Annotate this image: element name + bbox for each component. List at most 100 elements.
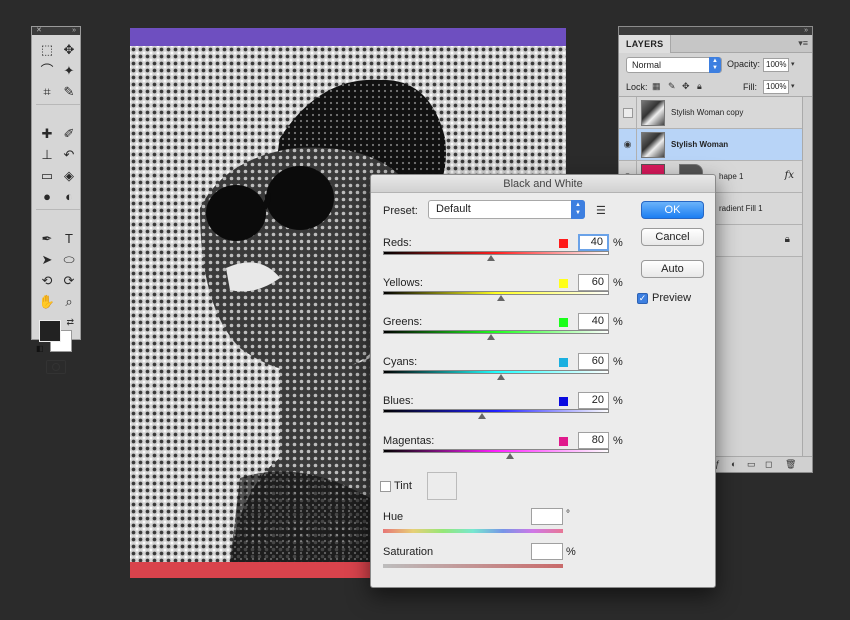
reds-slider-track[interactable] — [383, 251, 609, 255]
hue-label: Hue — [383, 511, 404, 523]
opacity-field[interactable]: 100% — [763, 58, 789, 72]
percent-label: % — [613, 395, 623, 407]
marquee-icon[interactable]: ⬚ — [36, 39, 58, 60]
default-colors-icon[interactable]: ◧ — [36, 344, 44, 353]
slider-row-yellows: Yellows: 60% — [383, 273, 627, 317]
collapse-icon[interactable]: » — [804, 27, 808, 35]
dialog-title[interactable]: Black and White — [371, 175, 715, 193]
blues-slider-track[interactable] — [383, 409, 609, 413]
lasso-icon[interactable]: ⌒ — [36, 60, 58, 81]
magentas-slider-thumb[interactable] — [505, 452, 514, 459]
dodge-icon[interactable]: ◐ — [58, 186, 80, 207]
preview-label: Preview — [652, 292, 692, 304]
reds-color-swatch — [559, 239, 568, 248]
greens-slider-thumb[interactable] — [487, 334, 496, 340]
tint-checkbox[interactable] — [380, 481, 391, 492]
swap-colors-icon[interactable]: ⇄ — [66, 317, 74, 328]
color-swatches: ⇄ ◧ — [32, 316, 80, 356]
hue-input[interactable] — [531, 508, 563, 525]
cyans-value-input[interactable]: 60 — [578, 352, 609, 370]
layers-scrollbar[interactable] — [802, 97, 812, 457]
slider-row-greens: Greens: 40% — [383, 313, 627, 356]
move-icon[interactable]: ✥ — [58, 39, 80, 60]
history-brush-icon[interactable]: ↶ — [58, 144, 80, 165]
layer-name: Stylish Woman — [671, 140, 729, 149]
blues-label: Blues: — [383, 395, 414, 407]
saturation-slider-track[interactable] — [383, 564, 563, 568]
lock-pixels-icon[interactable]: ✎ — [668, 81, 676, 92]
new-layer-icon[interactable]: ◻ — [765, 459, 772, 470]
layer-lock-icon: 🔒︎ — [784, 234, 790, 245]
yellows-value-input[interactable]: 60 — [578, 273, 609, 291]
ellipse-shape-icon[interactable]: ⬭ — [58, 249, 80, 270]
new-group-icon[interactable]: ▭ — [747, 459, 756, 470]
collapse-icon[interactable]: » — [72, 27, 76, 35]
blues-value-input[interactable]: 20 — [578, 392, 609, 409]
healing-brush-icon[interactable]: ✚ — [36, 123, 58, 144]
fill-dropdown-icon[interactable]: ▾ — [791, 80, 799, 94]
blend-mode-select[interactable]: Normal ▲ ▼ — [626, 57, 722, 73]
reds-value-input[interactable]: 40 — [578, 234, 609, 251]
quick-mask-button[interactable] — [46, 360, 66, 374]
yellows-slider-thumb[interactable] — [496, 294, 505, 301]
panel-menu-icon[interactable]: ▾≡ — [798, 38, 808, 49]
layer-row-stylish-woman[interactable]: ◉ Stylish Woman — [619, 129, 812, 161]
magentas-color-swatch — [559, 436, 568, 446]
preview-checkbox[interactable]: ✓ — [637, 293, 648, 304]
eraser-icon[interactable]: ▭ — [36, 165, 58, 186]
crop-icon[interactable]: ⌗ — [36, 81, 58, 102]
path-selection-icon[interactable]: ➤ — [36, 249, 58, 270]
opacity-dropdown-icon[interactable]: ▾ — [791, 58, 799, 72]
brush-icon[interactable]: ✐ — [58, 123, 80, 144]
eyedropper-icon[interactable]: ✎ — [58, 81, 80, 102]
magentas-slider-track[interactable] — [383, 448, 609, 453]
hue-slider-track[interactable] — [383, 529, 563, 533]
select-arrows-icon: ▲ ▼ — [709, 57, 721, 73]
cyans-slider-thumb[interactable] — [496, 373, 505, 380]
close-panel-icon[interactable]: ✕ — [36, 27, 42, 35]
layer-thumbnail — [641, 132, 665, 158]
layer-row-stylish-woman-copy[interactable]: Stylish Woman copy — [619, 97, 812, 129]
preset-select[interactable]: Default ▲ ▼ — [428, 200, 585, 219]
tint-color-swatch[interactable] — [427, 472, 457, 500]
fill-field[interactable]: 100% — [763, 80, 789, 94]
fx-icon[interactable]: fx — [785, 170, 794, 181]
slider-row-cyans: Cyans: 60% — [383, 352, 627, 396]
3d-rotate-icon[interactable]: ⟲ — [36, 270, 58, 291]
saturation-input[interactable] — [531, 543, 563, 560]
zoom-icon[interactable]: ⌕ — [58, 291, 80, 312]
percent-label: % — [613, 276, 623, 289]
lock-transparent-icon[interactable]: ▦ — [652, 81, 661, 92]
paint-bucket-icon[interactable]: ◈ — [58, 165, 80, 186]
trash-icon[interactable]: 🗑︎ — [785, 459, 796, 470]
cancel-button[interactable]: Cancel — [641, 228, 704, 246]
tab-layers[interactable]: LAYERS — [619, 35, 672, 53]
preset-options-icon[interactable]: ☰ — [596, 204, 606, 217]
auto-button[interactable]: Auto — [641, 260, 704, 278]
yellows-color-swatch — [559, 278, 568, 288]
tools-panel: ✕ » ⬚ ✥ ⌒ ✦ ⌗ ✎ ✚ ✐ ⊥ ↶ ▭ ◈ ● ◐ ✒ T ➤ ⬭ ⟲ ⟳ ✋ ⌕ ⇄ ◧ — [31, 26, 81, 374]
greens-value-input[interactable]: 40 — [578, 313, 609, 330]
adjustment-layer-icon[interactable]: ◐ — [731, 459, 736, 469]
reds-slider-thumb[interactable] — [487, 255, 496, 261]
lock-position-icon[interactable]: ✥ — [682, 81, 690, 92]
clone-stamp-icon[interactable]: ⊥ — [36, 144, 58, 165]
blues-slider-thumb[interactable] — [478, 413, 487, 419]
magic-wand-icon[interactable]: ✦ — [58, 60, 80, 81]
magentas-value-input[interactable]: 80 — [578, 431, 609, 449]
lock-all-icon[interactable]: 🔒︎ — [697, 81, 702, 92]
visibility-toggle[interactable]: ◉ — [619, 129, 637, 160]
blur-icon[interactable]: ● — [36, 186, 58, 207]
percent-label: % — [613, 434, 623, 447]
type-icon[interactable]: T — [58, 228, 80, 249]
slider-row-blues: Blues: 20% — [383, 392, 627, 435]
hand-icon[interactable]: ✋ — [36, 291, 58, 312]
visibility-toggle[interactable] — [619, 97, 637, 128]
tools-panel-header[interactable]: ✕ » — [32, 27, 80, 35]
ok-button[interactable]: OK — [641, 201, 704, 219]
foreground-color-swatch[interactable] — [39, 320, 61, 342]
pen-icon[interactable]: ✒ — [36, 228, 58, 249]
greens-slider-track[interactable] — [383, 330, 609, 334]
3d-orbit-icon[interactable]: ⟳ — [58, 270, 80, 291]
layers-panel-header[interactable]: » — [619, 27, 812, 35]
